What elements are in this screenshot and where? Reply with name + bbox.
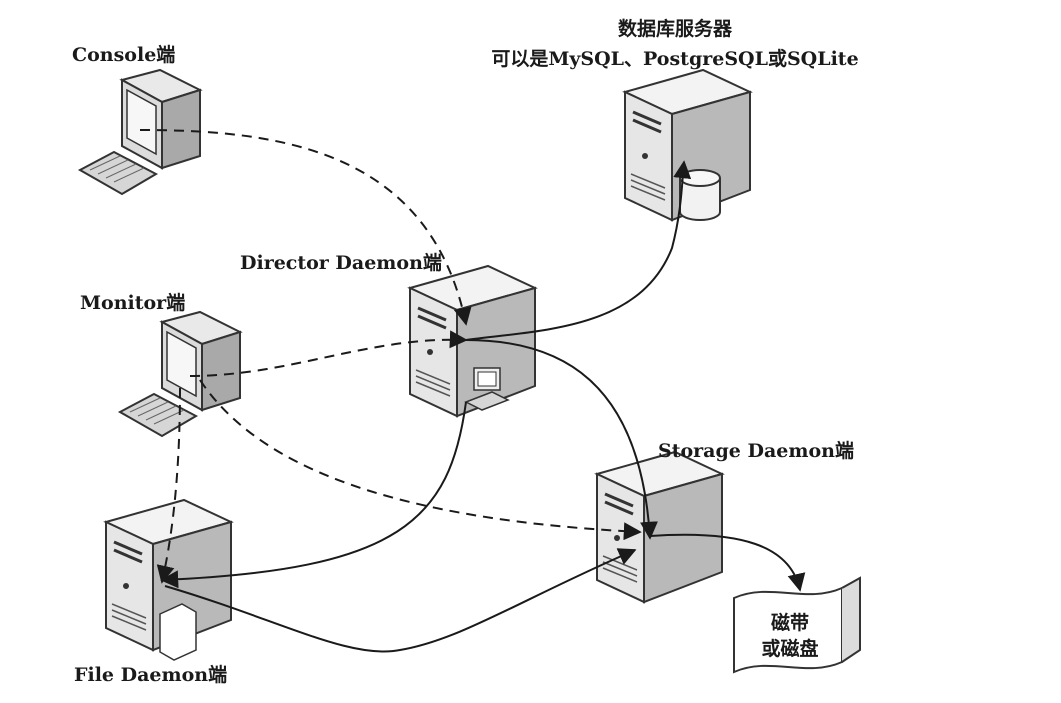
monitor-label: Monitor端	[80, 292, 186, 314]
database-server-icon	[623, 68, 752, 222]
monitor-computer-icon	[119, 311, 241, 437]
file-daemon-label: File Daemon端	[74, 664, 228, 686]
file-to-storage-link	[164, 548, 637, 653]
director-label: Director Daemon端	[240, 252, 442, 274]
architecture-diagram	[79, 68, 861, 674]
tape-label-line2: 或磁盘	[761, 638, 819, 660]
tape-label-line1: 磁带	[770, 612, 809, 634]
database-cylinder-icon	[679, 169, 721, 221]
database-title-label: 数据库服务器	[617, 18, 732, 40]
console-label: Console端	[72, 44, 176, 66]
file-document-icon	[159, 603, 197, 661]
storage-label: Storage Daemon端	[658, 440, 854, 462]
database-subtitle-label: 可以是MySQL、PostgreSQL或SQLite	[491, 48, 859, 70]
console-computer-icon	[79, 69, 201, 195]
diagram-canvas: Console端 数据库服务器 可以是MySQL、PostgreSQL或SQLi…	[0, 0, 1061, 703]
storage-server-icon	[595, 450, 724, 604]
monitor-to-storage-link	[199, 379, 642, 541]
